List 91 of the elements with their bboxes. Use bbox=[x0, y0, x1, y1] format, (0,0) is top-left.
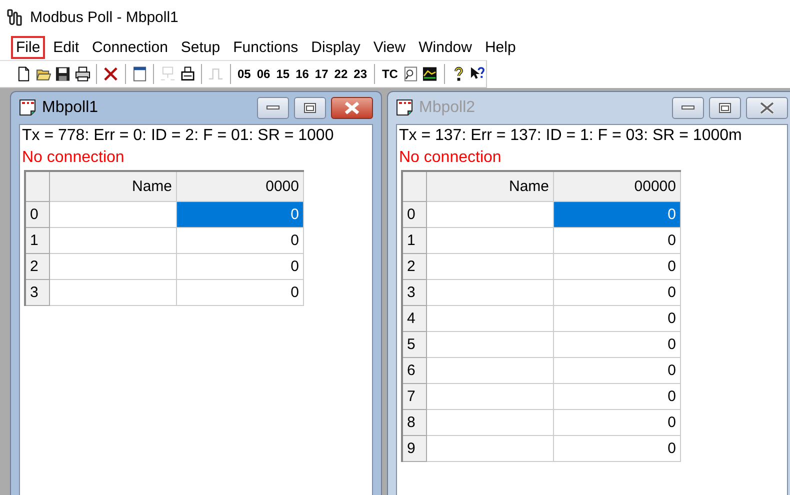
close-button[interactable] bbox=[331, 97, 373, 119]
menu-item[interactable]: File bbox=[11, 36, 46, 59]
row-header[interactable]: 0 bbox=[403, 202, 427, 228]
maximize-icon bbox=[718, 102, 732, 114]
app-title: Modbus Poll - Mbpoll1 bbox=[30, 9, 178, 26]
window-title: Mbpoll2 bbox=[419, 99, 476, 117]
menu-item[interactable]: Help bbox=[480, 36, 521, 59]
row-header[interactable]: 8 bbox=[403, 410, 427, 436]
column-header[interactable]: Name bbox=[50, 172, 177, 202]
table-cell[interactable] bbox=[427, 254, 554, 280]
table-cell[interactable]: 0 bbox=[554, 332, 681, 358]
document-icon bbox=[396, 99, 414, 117]
row-header[interactable]: 0 bbox=[26, 202, 50, 228]
function-button[interactable]: 23 bbox=[352, 67, 368, 81]
close-button[interactable] bbox=[746, 97, 788, 119]
function-button[interactable]: 15 bbox=[275, 67, 291, 81]
table-cell[interactable] bbox=[50, 228, 177, 254]
row-header[interactable]: 3 bbox=[403, 280, 427, 306]
row-header[interactable]: 7 bbox=[403, 384, 427, 410]
table-cell[interactable]: 0 bbox=[177, 228, 304, 254]
printer-icon[interactable] bbox=[74, 66, 90, 82]
row-header[interactable]: 1 bbox=[26, 228, 50, 254]
table-cell[interactable]: 0 bbox=[554, 228, 681, 254]
row-header[interactable]: 5 bbox=[403, 332, 427, 358]
table-cell[interactable] bbox=[427, 306, 554, 332]
app-icon bbox=[6, 8, 24, 26]
table-cell[interactable] bbox=[427, 228, 554, 254]
column-header[interactable]: 0000 bbox=[177, 172, 304, 202]
table-cell[interactable]: 0 bbox=[554, 254, 681, 280]
menu-item[interactable]: Window bbox=[414, 36, 477, 59]
table-cell[interactable] bbox=[427, 410, 554, 436]
table-cell[interactable]: 0 bbox=[554, 384, 681, 410]
column-header[interactable]: 00000 bbox=[554, 172, 681, 202]
corner-cell bbox=[26, 172, 50, 202]
function-button[interactable]: 17 bbox=[314, 67, 330, 81]
table-cell[interactable]: 0 bbox=[554, 358, 681, 384]
column-header[interactable]: Name bbox=[427, 172, 554, 202]
table-cell[interactable] bbox=[427, 358, 554, 384]
row-header[interactable]: 2 bbox=[26, 254, 50, 280]
function-button[interactable]: 06 bbox=[256, 67, 272, 81]
table-cell[interactable] bbox=[427, 384, 554, 410]
table-cell[interactable]: 0 bbox=[177, 280, 304, 306]
connection-status: No connection bbox=[398, 148, 502, 168]
row-header[interactable]: 4 bbox=[403, 306, 427, 332]
connection-status: No connection bbox=[21, 148, 126, 168]
menu-item[interactable]: Edit bbox=[48, 36, 84, 59]
maximize-button[interactable] bbox=[709, 97, 741, 119]
minimize-button[interactable] bbox=[257, 97, 289, 119]
function-button[interactable]: 05 bbox=[236, 67, 252, 81]
table-cell[interactable]: 0 bbox=[554, 280, 681, 306]
new-file-icon[interactable] bbox=[16, 66, 32, 82]
maximize-button[interactable] bbox=[294, 97, 326, 119]
document-icon bbox=[19, 99, 37, 117]
menu-item[interactable]: Connection bbox=[87, 36, 173, 59]
table-cell[interactable] bbox=[427, 436, 554, 462]
row-header[interactable]: 1 bbox=[403, 228, 427, 254]
magnifier-icon[interactable] bbox=[402, 66, 418, 82]
row-header[interactable]: 3 bbox=[26, 280, 50, 306]
menu-item[interactable]: Functions bbox=[228, 36, 304, 59]
minimize-icon bbox=[266, 105, 280, 111]
row-header[interactable]: 2 bbox=[403, 254, 427, 280]
status-line: Tx = 778: Err = 0: ID = 2: F = 01: SR = 1000 bbox=[21, 126, 335, 146]
close-icon bbox=[759, 101, 775, 115]
maximize-icon bbox=[303, 102, 317, 114]
row-header[interactable]: 6 bbox=[403, 358, 427, 384]
status-line: Tx = 137: Err = 137: ID = 1: F = 03: SR = 1000m bbox=[398, 126, 743, 146]
table-cell[interactable]: 0 bbox=[554, 202, 681, 228]
close-icon[interactable] bbox=[103, 66, 119, 82]
window-icon[interactable] bbox=[132, 66, 148, 82]
close-icon bbox=[344, 101, 360, 115]
window-title: Mbpoll1 bbox=[42, 99, 98, 117]
function-button[interactable]: 22 bbox=[333, 67, 349, 81]
table-cell[interactable] bbox=[427, 332, 554, 358]
menu-item[interactable]: Setup bbox=[176, 36, 226, 59]
minimize-button[interactable] bbox=[672, 97, 704, 119]
table-cell[interactable]: 0 bbox=[554, 306, 681, 332]
function-button[interactable]: 16 bbox=[294, 67, 310, 81]
row-header[interactable]: 9 bbox=[403, 436, 427, 462]
function-button[interactable]: TC bbox=[380, 67, 399, 81]
table-cell[interactable]: 0 bbox=[554, 410, 681, 436]
menu-item[interactable]: View bbox=[368, 36, 411, 59]
table-cell[interactable]: 0 bbox=[177, 202, 304, 228]
chart-icon[interactable] bbox=[422, 66, 438, 82]
table-cell[interactable]: 0 bbox=[177, 254, 304, 280]
menu-item[interactable]: Display bbox=[306, 36, 366, 59]
table-cell[interactable] bbox=[50, 280, 177, 306]
table-cell[interactable] bbox=[50, 254, 177, 280]
table-cell[interactable]: 0 bbox=[554, 436, 681, 462]
corner-cell bbox=[403, 172, 427, 202]
table-cell[interactable] bbox=[427, 280, 554, 306]
minimize-icon bbox=[681, 105, 695, 111]
